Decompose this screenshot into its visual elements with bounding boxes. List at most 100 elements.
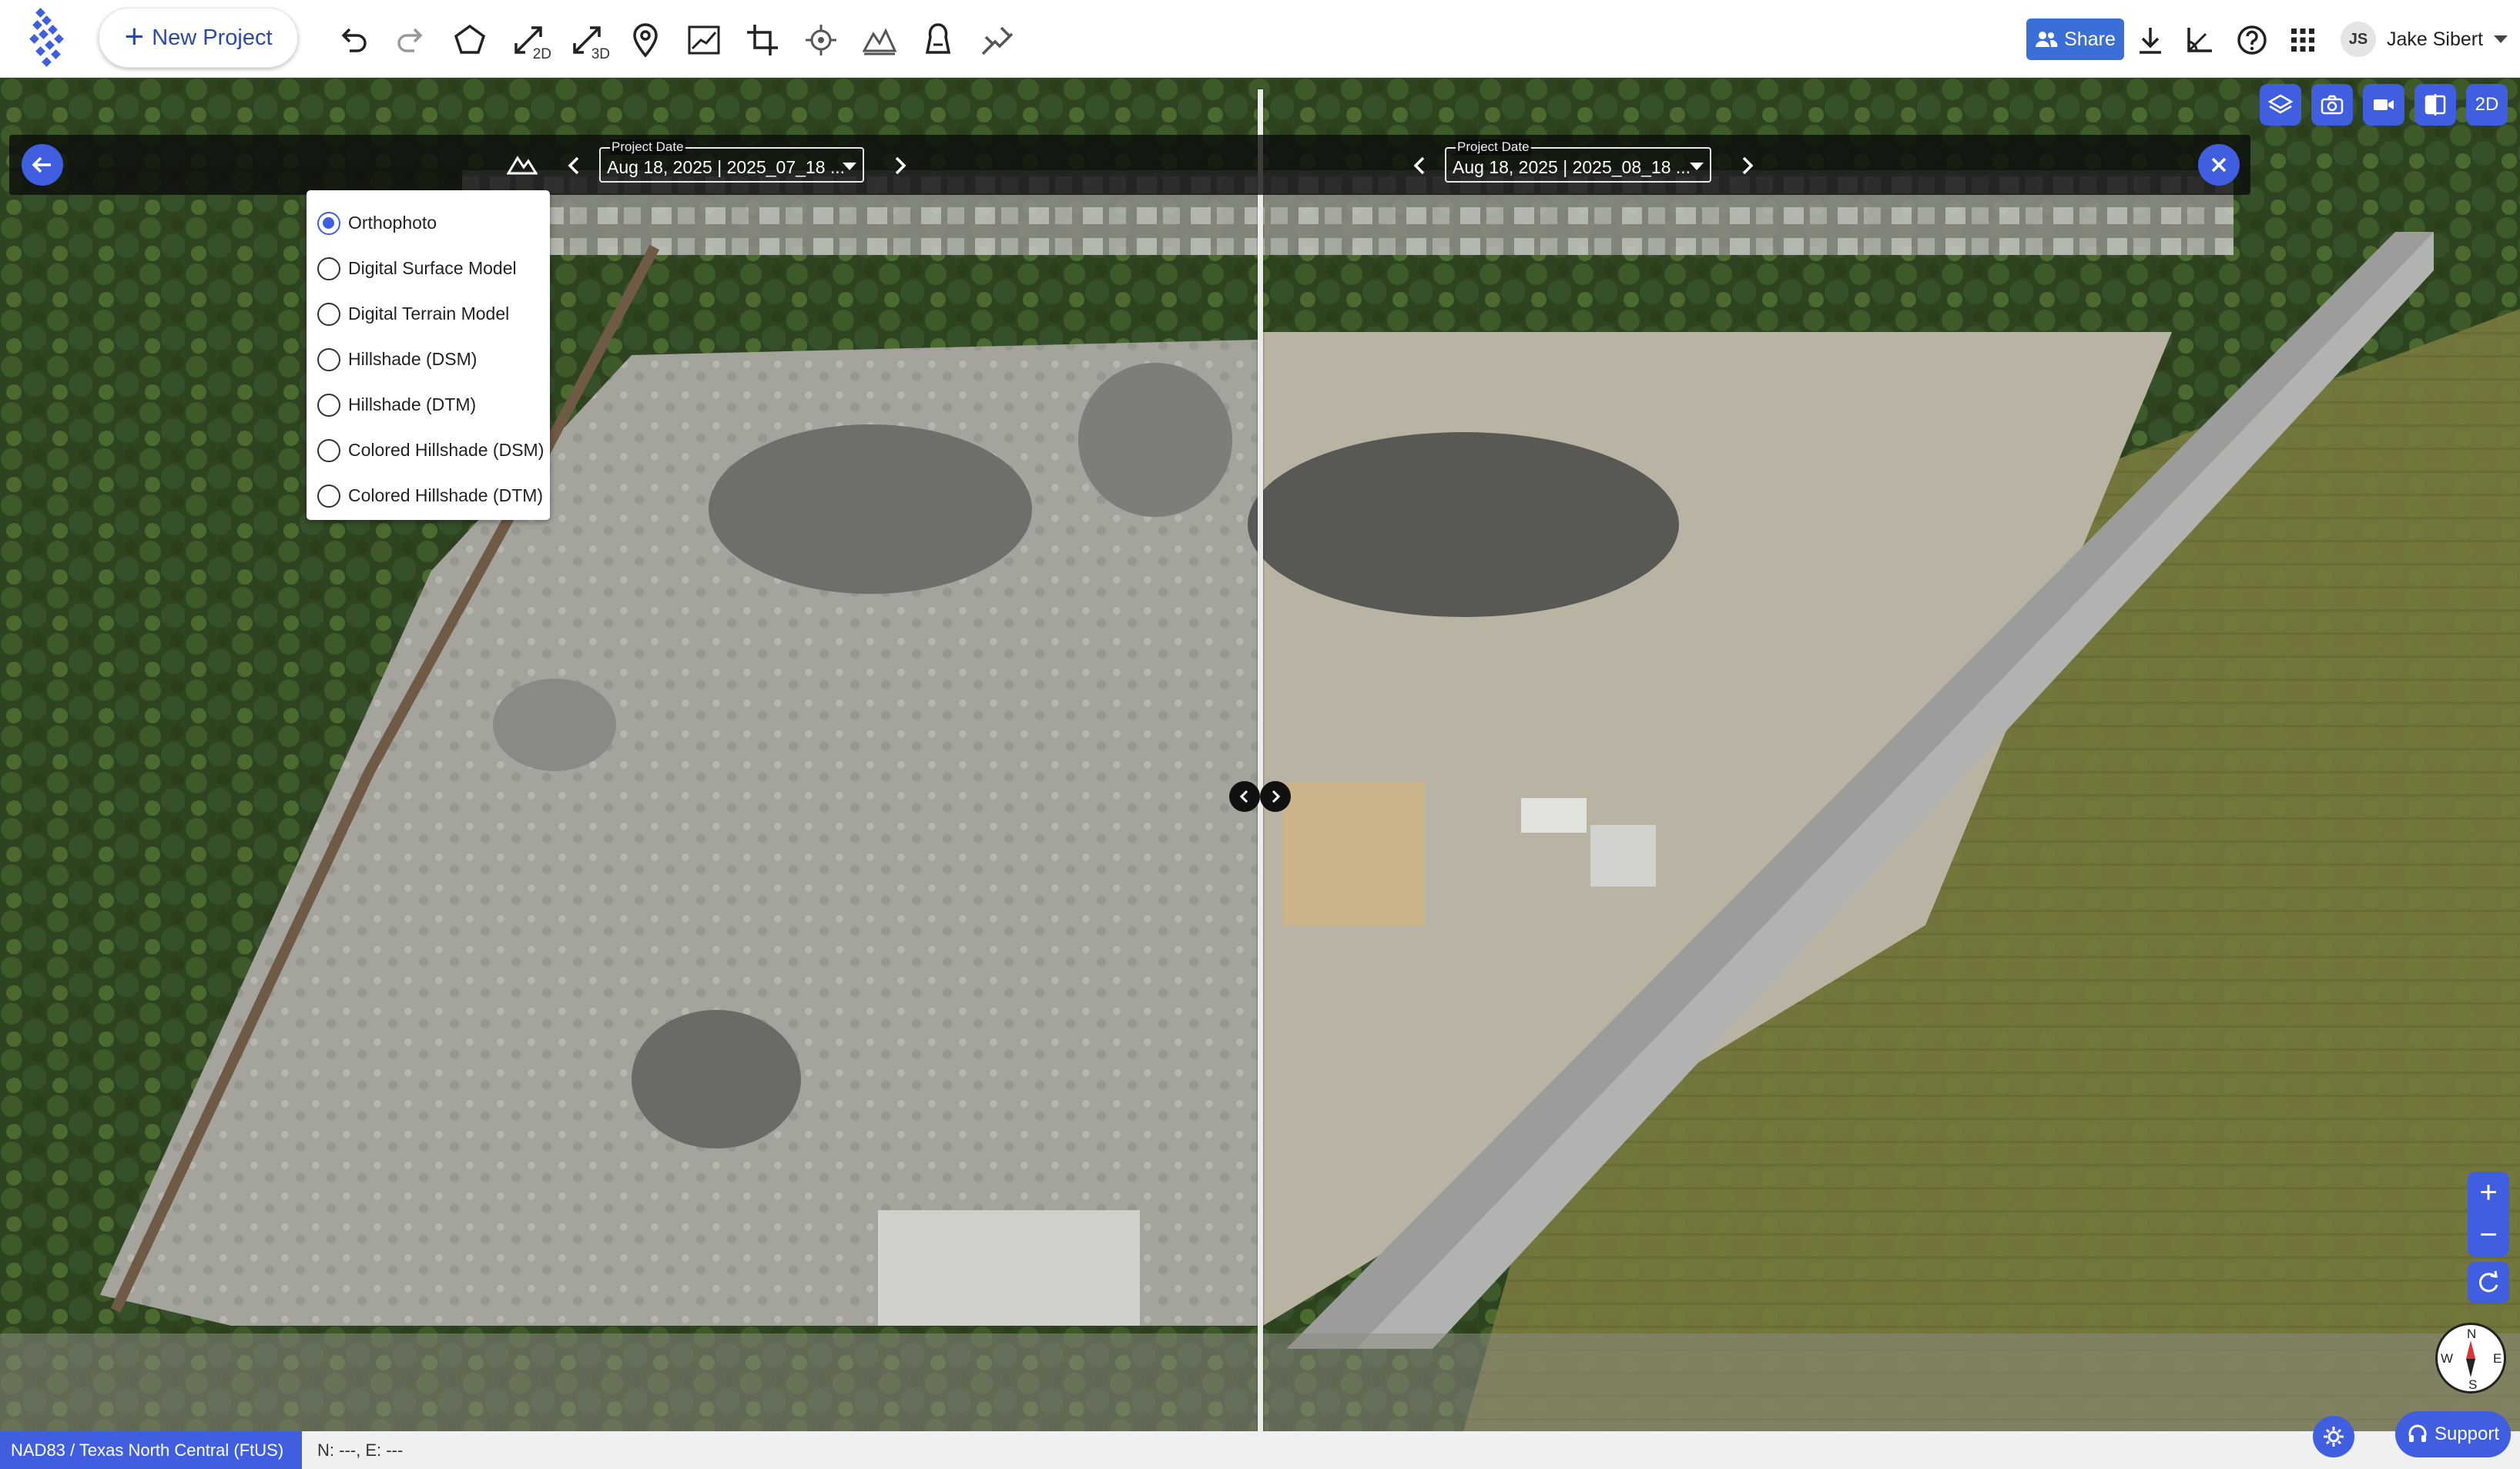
settings-fab[interactable] xyxy=(2313,1416,2354,1457)
back-button[interactable] xyxy=(22,144,63,186)
layer-option-label: Orthophoto xyxy=(348,213,437,233)
split-view-icon xyxy=(2424,94,2446,116)
layer-option-label: Digital Surface Model xyxy=(348,258,517,278)
layer-menu: Orthophoto Digital Surface Model Digital… xyxy=(307,190,550,520)
avatar: JS xyxy=(2341,22,2376,57)
split-handle[interactable] xyxy=(1229,781,1291,812)
terrain-icon[interactable] xyxy=(856,17,903,63)
video-button[interactable] xyxy=(2363,84,2404,126)
measure-2d-sub: 2D xyxy=(532,46,551,62)
radio[interactable] xyxy=(317,484,340,508)
dropdown-arrow-icon xyxy=(843,163,856,170)
annotation-icon[interactable] xyxy=(973,17,1020,63)
right-date-select[interactable]: Project Date Aug 18, 2025 | 2025_08_18 .… xyxy=(1445,139,1711,183)
radio[interactable] xyxy=(317,438,340,462)
coordinates-readout: N: ---, E: --- xyxy=(302,1431,2520,1469)
chevron-right-icon[interactable] xyxy=(1260,781,1291,812)
right-date-label: Project Date xyxy=(1456,139,1531,155)
prev-date-left-icon[interactable] xyxy=(564,155,585,176)
new-project-label: New Project xyxy=(152,25,273,50)
prev-date-right-icon[interactable] xyxy=(1409,155,1431,176)
compass-s: S xyxy=(2468,1377,2478,1392)
layer-option-label: Colored Hillshade (DSM) xyxy=(348,440,545,460)
layer-option-dtm[interactable]: Digital Terrain Model xyxy=(307,291,550,337)
reset-rotation-button[interactable] xyxy=(2468,1262,2509,1303)
close-compare-button[interactable] xyxy=(2198,144,2240,186)
layers-icon xyxy=(2268,94,2293,114)
radio[interactable] xyxy=(317,302,340,326)
users-icon xyxy=(2036,32,2058,47)
polygon-icon[interactable] xyxy=(447,17,493,63)
radio-selected[interactable] xyxy=(317,211,340,235)
rotate-icon xyxy=(2478,1270,2498,1293)
right-date-value: Aug 18, 2025 | 2025_08_18 ... xyxy=(1453,157,1691,177)
screenshot-button[interactable] xyxy=(2311,84,2353,126)
gear-icon xyxy=(2324,1427,2344,1447)
split-divider[interactable] xyxy=(1258,89,1263,1431)
app-logo[interactable] xyxy=(26,8,74,71)
video-camera-icon xyxy=(2374,99,2394,110)
layer-option-label: Hillshade (DSM) xyxy=(348,349,478,369)
headset-icon xyxy=(2408,1424,2427,1442)
ruler-angle-icon[interactable] xyxy=(2177,17,2223,63)
map-viewport[interactable]: Project Date Aug 18, 2025 | 2025_07_18 .… xyxy=(0,78,2520,1431)
layer-option-hillshade-dtm[interactable]: Hillshade (DTM) xyxy=(307,382,550,428)
compass-w: W xyxy=(2441,1351,2454,1366)
share-label: Share xyxy=(2064,28,2116,50)
next-date-right-icon[interactable] xyxy=(1736,155,1758,176)
user-menu[interactable]: JS Jake Sibert xyxy=(2328,12,2510,66)
app-grid-icon[interactable] xyxy=(2280,17,2326,63)
compass[interactable]: N S E W xyxy=(2435,1323,2506,1394)
zoom-in-button[interactable]: + xyxy=(2468,1172,2509,1214)
layer-option-hillshade-dsm[interactable]: Hillshade (DSM) xyxy=(307,337,550,382)
measure-3d-sub: 3D xyxy=(591,46,610,62)
measure-3d-icon[interactable]: 3D xyxy=(564,17,610,63)
new-project-button[interactable]: + New Project xyxy=(99,8,298,68)
support-button[interactable]: Support xyxy=(2395,1411,2511,1457)
layer-option-colored-hillshade-dsm[interactable]: Colored Hillshade (DSM) xyxy=(307,428,550,473)
location-pin-icon[interactable] xyxy=(622,17,669,63)
compass-n: N xyxy=(2467,1326,2477,1341)
target-icon[interactable] xyxy=(798,17,844,63)
left-date-select[interactable]: Project Date Aug 18, 2025 | 2025_07_18 .… xyxy=(599,139,864,183)
next-date-left-icon[interactable] xyxy=(889,155,910,176)
profile-chart-icon[interactable] xyxy=(681,17,727,63)
layer-option-dsm[interactable]: Digital Surface Model xyxy=(307,246,550,291)
top-toolbar: + New Project 2D 3D Share JS Jake Sibert xyxy=(0,0,2520,78)
dropdown-arrow-icon xyxy=(1690,163,1704,170)
arrow-left-icon xyxy=(32,156,51,173)
volume-icon[interactable] xyxy=(915,17,961,63)
view-mode-toggle[interactable]: 2D xyxy=(2466,84,2508,126)
zoom-controls: + − xyxy=(2468,1172,2509,1256)
layer-option-label: Hillshade (DTM) xyxy=(348,394,477,414)
undo-icon[interactable] xyxy=(330,17,376,63)
layer-option-label: Colored Hillshade (DTM) xyxy=(348,485,544,505)
redo-icon[interactable] xyxy=(388,17,434,63)
chevron-left-icon[interactable] xyxy=(1229,781,1260,812)
left-date-value: Aug 18, 2025 | 2025_07_18 ... xyxy=(607,157,846,177)
chevron-down-icon xyxy=(2494,35,2508,43)
map-tool-group: 2D xyxy=(2260,84,2508,126)
crop-icon[interactable] xyxy=(739,17,786,63)
camera-icon xyxy=(2321,95,2344,115)
radio[interactable] xyxy=(317,393,340,417)
layer-option-colored-hillshade-dtm[interactable]: Colored Hillshade (DTM) xyxy=(307,473,550,518)
layer-option-orthophoto[interactable]: Orthophoto xyxy=(307,200,550,246)
user-name: Jake Sibert xyxy=(2387,28,2484,50)
zoom-out-button[interactable]: − xyxy=(2468,1214,2509,1256)
layers-mountain-icon[interactable] xyxy=(507,152,538,176)
crs-label[interactable]: NAD83 / Texas North Central (FtUS) xyxy=(0,1431,302,1469)
left-date-label: Project Date xyxy=(610,139,685,155)
radio[interactable] xyxy=(317,347,340,371)
support-label: Support xyxy=(2434,1424,2500,1444)
compare-split-button[interactable] xyxy=(2414,84,2456,126)
layer-option-label: Digital Terrain Model xyxy=(348,304,510,324)
layers-button[interactable] xyxy=(2260,84,2301,126)
radio[interactable] xyxy=(317,257,340,280)
measure-2d-icon[interactable]: 2D xyxy=(505,17,551,63)
plus-icon: + xyxy=(124,17,145,55)
download-icon[interactable] xyxy=(2127,17,2173,63)
compass-e: E xyxy=(2493,1351,2502,1366)
help-icon[interactable] xyxy=(2229,17,2275,63)
share-button[interactable]: Share xyxy=(2026,18,2124,60)
